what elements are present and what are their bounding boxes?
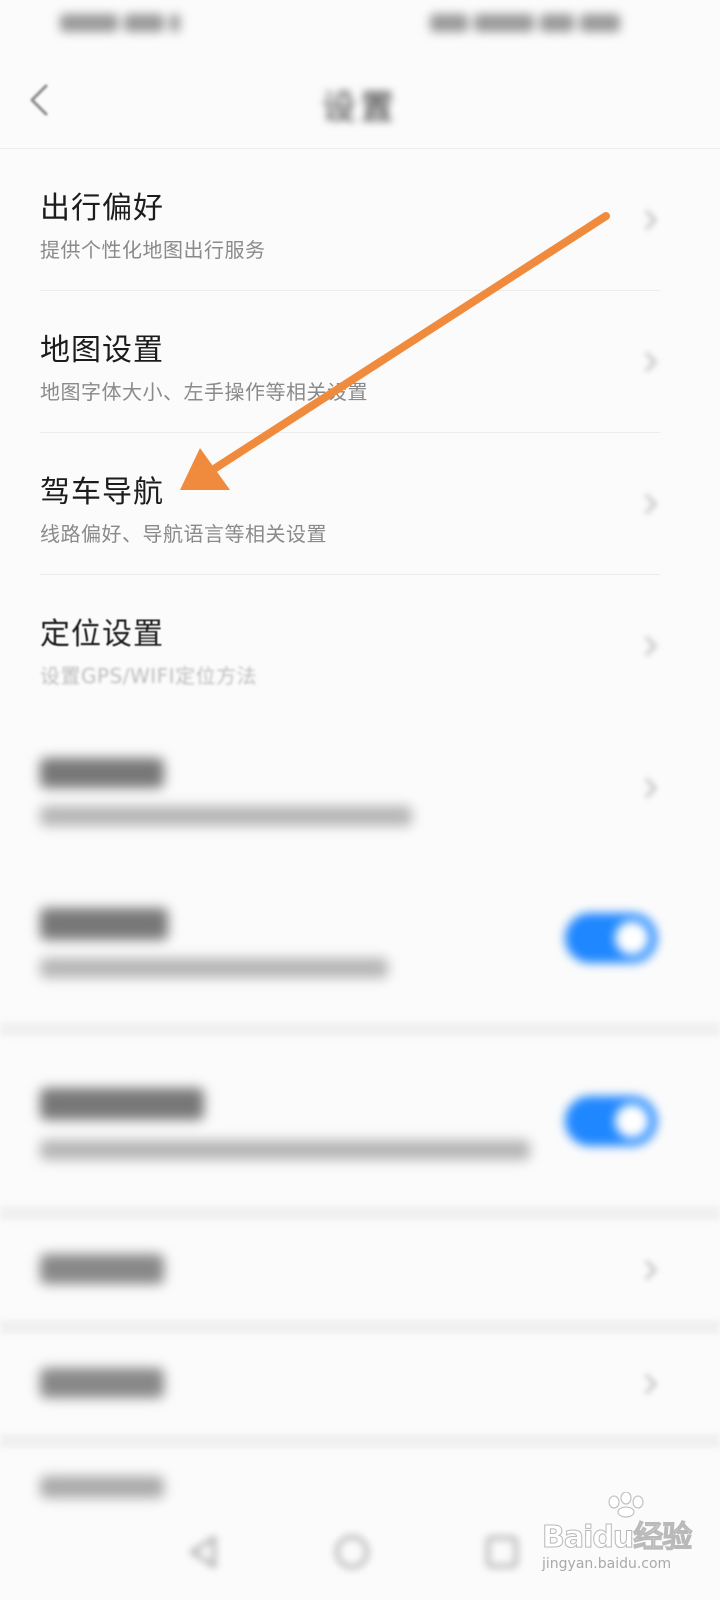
section-divider bbox=[0, 1434, 720, 1448]
chevron-right-icon bbox=[644, 777, 658, 799]
setting-subtitle-placeholder bbox=[40, 958, 388, 978]
setting-subtitle: 线路偏好、导航语言等相关设置 bbox=[40, 522, 327, 546]
status-left-indicators bbox=[60, 12, 190, 38]
setting-location[interactable]: 定位设置 设置GPS/WIFI定位方法 bbox=[0, 576, 720, 716]
nav-back-icon[interactable] bbox=[182, 1530, 226, 1574]
status-bar bbox=[0, 0, 720, 50]
setting-item-blurred[interactable] bbox=[0, 718, 720, 858]
setting-title-placeholder bbox=[40, 1088, 204, 1120]
section-divider bbox=[0, 1320, 720, 1334]
setting-title-placeholder bbox=[40, 1368, 164, 1398]
chevron-right-icon bbox=[644, 351, 658, 373]
setting-title-placeholder bbox=[40, 908, 168, 940]
setting-map[interactable]: 地图设置 地图字体大小、左手操作等相关设置 bbox=[0, 292, 720, 432]
header-divider bbox=[0, 148, 720, 149]
setting-title: 驾车导航 bbox=[40, 475, 164, 510]
watermark-logo: Baidu经验 bbox=[541, 1520, 692, 1556]
setting-toggle-blurred bbox=[0, 1036, 720, 1206]
section-divider bbox=[0, 1206, 720, 1220]
section-divider bbox=[0, 1022, 720, 1036]
setting-toggle-blurred bbox=[0, 860, 720, 1020]
watermark: Baidu经验 jingyan.baidu.com bbox=[540, 1490, 720, 1600]
setting-title: 地图设置 bbox=[40, 333, 164, 368]
row-divider bbox=[40, 574, 660, 575]
chevron-right-icon bbox=[644, 1373, 658, 1395]
settings-screen: 设置 出行偏好 提供个性化地图出行服务 地图设置 地图字体大小、左手操作等相关设… bbox=[0, 0, 720, 1600]
setting-item-blurred[interactable] bbox=[0, 1220, 720, 1320]
chevron-right-icon bbox=[644, 209, 658, 231]
toggle-knob bbox=[615, 1104, 649, 1138]
setting-title-placeholder bbox=[40, 758, 164, 788]
setting-item-blurred[interactable] bbox=[0, 1334, 720, 1434]
chevron-right-icon bbox=[644, 493, 658, 515]
setting-driving-navigation[interactable]: 驾车导航 线路偏好、导航语言等相关设置 bbox=[0, 434, 720, 574]
setting-title: 出行偏好 bbox=[40, 191, 164, 226]
nav-recents-icon[interactable] bbox=[480, 1530, 524, 1574]
chevron-right-icon bbox=[644, 635, 658, 657]
watermark-url: jingyan.baidu.com bbox=[542, 1556, 672, 1572]
row-divider bbox=[40, 290, 660, 291]
setting-subtitle-placeholder bbox=[40, 1140, 530, 1160]
setting-subtitle: 设置GPS/WIFI定位方法 bbox=[40, 664, 258, 688]
setting-subtitle-placeholder bbox=[40, 806, 412, 826]
row-divider bbox=[40, 432, 660, 433]
toggle-knob bbox=[615, 921, 649, 955]
header: 设置 bbox=[0, 50, 720, 150]
toggle-switch[interactable] bbox=[565, 1096, 657, 1146]
setting-travel-preference[interactable]: 出行偏好 提供个性化地图出行服务 bbox=[0, 150, 720, 290]
toggle-switch[interactable] bbox=[565, 913, 657, 963]
setting-title-placeholder bbox=[40, 1254, 164, 1284]
page-title: 设置 bbox=[322, 88, 398, 128]
setting-title: 定位设置 bbox=[40, 617, 164, 652]
status-right-indicators bbox=[430, 12, 650, 38]
nav-home-icon[interactable] bbox=[330, 1530, 374, 1574]
setting-subtitle: 提供个性化地图出行服务 bbox=[40, 238, 266, 262]
setting-subtitle: 地图字体大小、左手操作等相关设置 bbox=[40, 380, 368, 404]
chevron-right-icon bbox=[644, 1259, 658, 1281]
